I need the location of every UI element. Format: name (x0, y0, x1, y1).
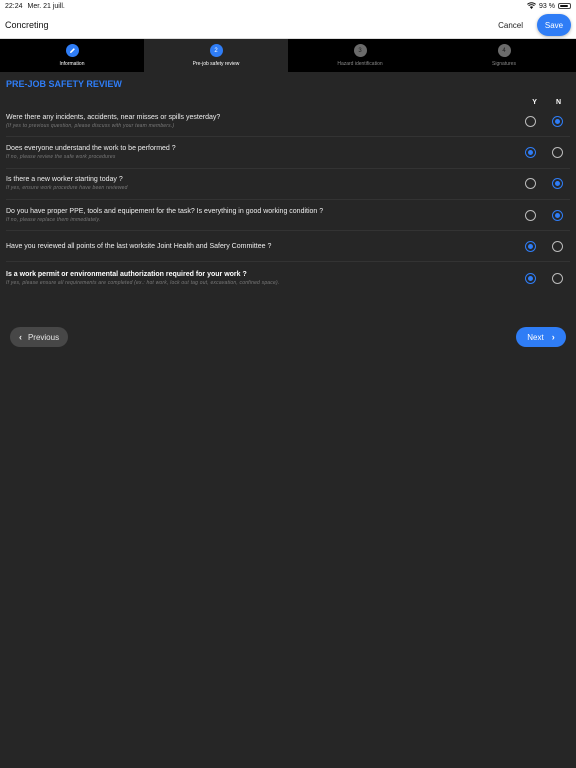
step-number: 2 (209, 44, 223, 57)
question-text: Were there any incidents, accidents, nea… (6, 113, 221, 121)
step-pre-job-safety-review[interactable]: 2 Pre-job safety review (144, 39, 288, 72)
question-hint: If yes, please ensure all requirements a… (6, 279, 280, 286)
section-title: PRE-JOB SAFETY REVIEW (6, 79, 122, 89)
question-row: Do you have proper PPE, tools and equipe… (6, 200, 570, 232)
question-text: Do you have proper PPE, tools and equipe… (6, 207, 324, 215)
no-radio[interactable] (552, 146, 563, 158)
question-row: Were there any incidents, accidents, nea… (6, 106, 570, 138)
yes-radio[interactable] (525, 146, 536, 158)
yes-radio[interactable] (525, 178, 536, 190)
no-radio[interactable] (552, 178, 563, 190)
yes-column-label: Y (532, 99, 537, 106)
no-radio[interactable] (552, 209, 563, 221)
status-time: 22:24 (5, 2, 23, 10)
question-row: Is a work permit or environmental author… (6, 262, 570, 293)
question-hint: If yes, ensure work procedure have been … (6, 185, 128, 192)
page-title: Concreting (5, 20, 49, 30)
previous-button[interactable]: ‹ Previous (10, 327, 68, 347)
no-radio[interactable] (552, 272, 563, 284)
question-text: Have you reviewed all points of the last… (6, 242, 272, 250)
form-content: PRE-JOB SAFETY REVIEW Y N Were there any… (0, 79, 576, 294)
cancel-button[interactable]: Cancel (498, 21, 523, 30)
chevron-left-icon: ‹ (18, 332, 22, 342)
step-label: Pre-job safety review (192, 61, 240, 67)
yes-radio[interactable] (525, 115, 536, 127)
step-number: 3 (353, 44, 367, 57)
previous-label: Previous (27, 332, 60, 342)
question-hint: If no, please replace them immediately. (6, 216, 101, 223)
chevron-right-icon: › (551, 332, 555, 342)
next-label: Next (527, 332, 544, 342)
yes-radio[interactable] (525, 272, 536, 284)
step-hazard-identification[interactable]: 3 Hazard identification (288, 39, 432, 72)
stepper: Information 2 Pre-job safety review 3 Ha… (0, 39, 576, 72)
pencil-icon (65, 44, 79, 57)
question-list: Were there any incidents, accidents, nea… (6, 106, 570, 294)
question-row: Have you reviewed all points of the last… (6, 231, 570, 263)
question-text: Is a work permit or environmental author… (6, 270, 247, 278)
yes-radio[interactable] (525, 240, 536, 252)
next-button[interactable]: Next › (516, 327, 566, 347)
question-text: Is there a new worker starting today ? (6, 176, 123, 184)
question-text: Does everyone understand the work to be … (6, 144, 176, 152)
question-hint: (If yes to previous question, please dis… (6, 122, 175, 129)
yes-no-header: Y N (6, 99, 570, 106)
no-radio[interactable] (552, 240, 563, 252)
battery-icon (558, 3, 571, 9)
status-bar: 22:24 Mer. 21 juill. 93 % (0, 0, 576, 12)
step-label: Hazard identification (337, 61, 383, 67)
question-row: Is there a new worker starting today ? I… (6, 169, 570, 200)
step-signatures[interactable]: 4 Signatures (432, 39, 576, 72)
question-row: Does everyone understand the work to be … (6, 137, 570, 169)
step-number: 4 (497, 44, 511, 57)
wifi-icon (527, 1, 536, 11)
battery-percent: 93 % (539, 2, 555, 10)
save-button[interactable]: Save (537, 14, 571, 36)
status-date: Mer. 21 juill. (27, 2, 65, 10)
step-label: Information (59, 61, 85, 67)
no-column-label: N (555, 99, 561, 106)
navigation-bar: Concreting Cancel Save (0, 12, 576, 39)
step-label: Signatures (492, 61, 516, 67)
question-hint: If no, please review the safe work proce… (6, 153, 116, 160)
yes-radio[interactable] (525, 209, 536, 221)
step-navigation: ‹ Previous Next › (10, 327, 566, 347)
no-radio[interactable] (552, 115, 563, 127)
step-information[interactable]: Information (0, 39, 144, 72)
